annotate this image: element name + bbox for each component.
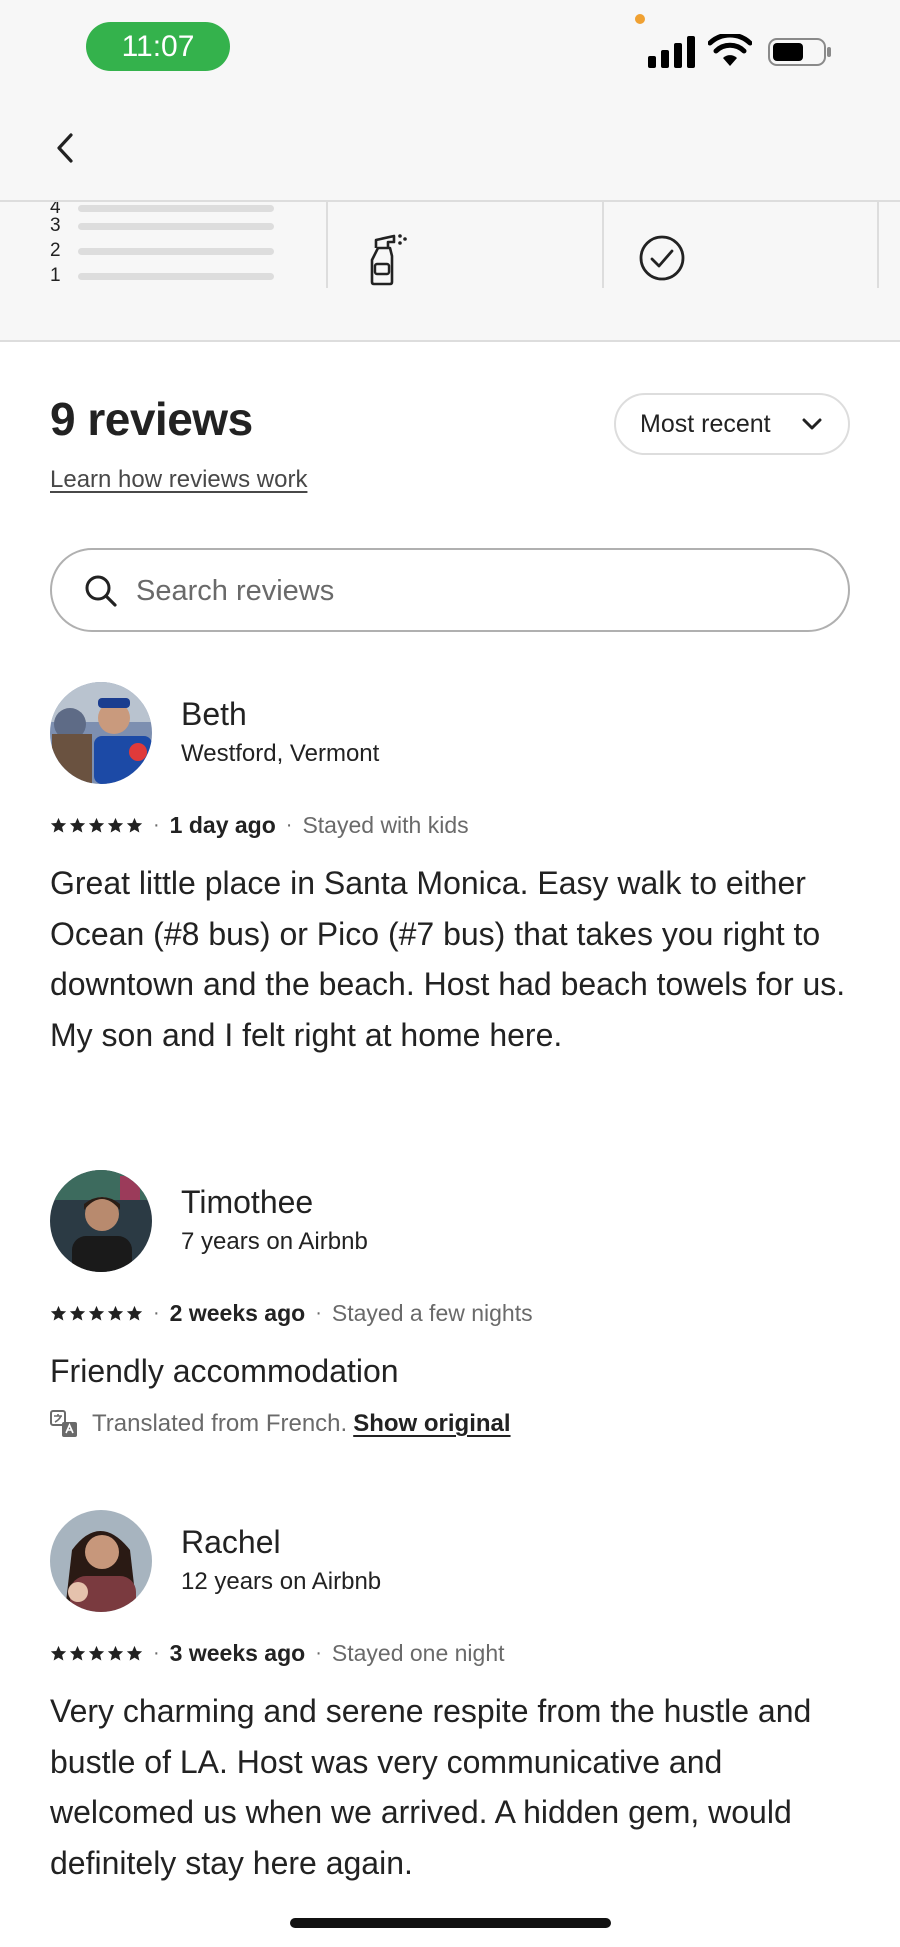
review-text: Great little place in Santa Monica. Easy… [50, 865, 846, 1053]
review-text: Friendly accommodation [50, 1353, 399, 1389]
rating-row-label: 2 [50, 240, 61, 261]
signal-icon [648, 36, 695, 68]
reviewer-name: Rachel [181, 1524, 281, 1560]
check-circle-icon [639, 235, 685, 281]
rating-row-label: 3 [50, 215, 61, 236]
reviews-count-title: 9 reviews [50, 393, 253, 445]
sort-label: Most recent [640, 409, 771, 438]
translation-note: Translated from French. Show original [50, 1410, 511, 1438]
status-bar: 11:07 [0, 0, 900, 100]
avatar[interactable] [50, 682, 152, 784]
star-icon [88, 817, 105, 832]
spray-bottle-icon [370, 234, 407, 286]
separator-dot: · [153, 1641, 160, 1664]
rating-row-3: 3 [50, 216, 280, 236]
rating-bar [78, 247, 274, 255]
chevron-down-icon [802, 418, 822, 430]
sort-dropdown-button[interactable]: Most recent [614, 393, 850, 455]
separator-dot: · [153, 1301, 160, 1324]
reviewer-name: Timothee [181, 1184, 314, 1220]
chevron-left-icon [57, 133, 73, 163]
review-date: 2 weeks ago [169, 1299, 306, 1326]
reviewer-tenure: 12 years on Airbnb [181, 1568, 382, 1595]
separator-dot: · [285, 813, 293, 836]
search-reviews-input[interactable]: Search reviews [50, 548, 850, 632]
stay-type: Stayed with kids [302, 811, 469, 838]
star-rating [50, 817, 143, 834]
translate-icon [50, 1410, 77, 1437]
section-divider [0, 340, 900, 342]
search-icon [85, 575, 117, 607]
strip-divider [602, 200, 604, 288]
privacy-indicator-dot [635, 14, 645, 24]
star-icon [88, 1645, 105, 1660]
rating-row-1: 1 [50, 266, 280, 286]
star-rating [50, 1645, 143, 1662]
status-time: 11:07 [86, 22, 230, 71]
learn-how-reviews-work-link[interactable]: Learn how reviews work [50, 466, 307, 494]
star-icon [107, 1645, 124, 1660]
star-icon [69, 817, 86, 832]
avatar[interactable] [50, 1170, 152, 1272]
back-button[interactable] [50, 130, 80, 166]
separator-dot: · [315, 1301, 322, 1324]
wifi-icon [708, 34, 752, 66]
rating-row-label: 1 [50, 265, 61, 286]
rating-bar [78, 204, 274, 212]
search-placeholder: Search reviews [136, 575, 335, 607]
reviewer-name: Beth [181, 696, 247, 732]
translated-from-text: Translated from French. [92, 1410, 348, 1437]
separator-dot: · [315, 1641, 322, 1664]
star-icon [69, 1645, 86, 1660]
stay-type: Stayed a few nights [331, 1299, 533, 1326]
star-icon [88, 1305, 105, 1320]
star-icon [107, 817, 124, 832]
star-icon [126, 1645, 143, 1660]
home-indicator[interactable] [290, 1918, 611, 1928]
strip-divider [326, 200, 328, 288]
strip-divider [877, 200, 879, 288]
review-text: Very charming and serene respite from th… [50, 1693, 812, 1881]
star-rating [50, 1305, 143, 1322]
stay-type: Stayed one night [331, 1639, 505, 1666]
reviewer-tenure: 7 years on Airbnb [181, 1228, 368, 1255]
star-icon [69, 1305, 86, 1320]
star-icon [126, 1305, 143, 1320]
rating-bar [78, 222, 274, 230]
review-date: 3 weeks ago [169, 1639, 306, 1666]
star-icon [107, 1305, 124, 1320]
star-icon [126, 817, 143, 832]
rating-row-2: 2 [50, 241, 280, 261]
star-icon [50, 1645, 67, 1660]
top-area: 11:07 4 3 2 1 [0, 0, 900, 341]
review-meta: · 1 day ago · Stayed with kids [50, 810, 469, 840]
review-meta: · 2 weeks ago · Stayed a few nights [50, 1298, 533, 1328]
rating-bar [78, 272, 274, 280]
review-date: 1 day ago [169, 811, 276, 838]
star-icon [50, 817, 67, 832]
rating-breakdown-strip: 4 3 2 1 [0, 200, 900, 340]
show-original-link[interactable]: Show original [353, 1410, 510, 1438]
review-meta: · 3 weeks ago · Stayed one night [50, 1638, 505, 1668]
avatar[interactable] [50, 1510, 152, 1612]
star-icon [50, 1305, 67, 1320]
header-divider [0, 200, 900, 202]
battery-icon [768, 38, 831, 66]
separator-dot: · [153, 813, 160, 836]
reviewer-location: Westford, Vermont [181, 740, 380, 767]
